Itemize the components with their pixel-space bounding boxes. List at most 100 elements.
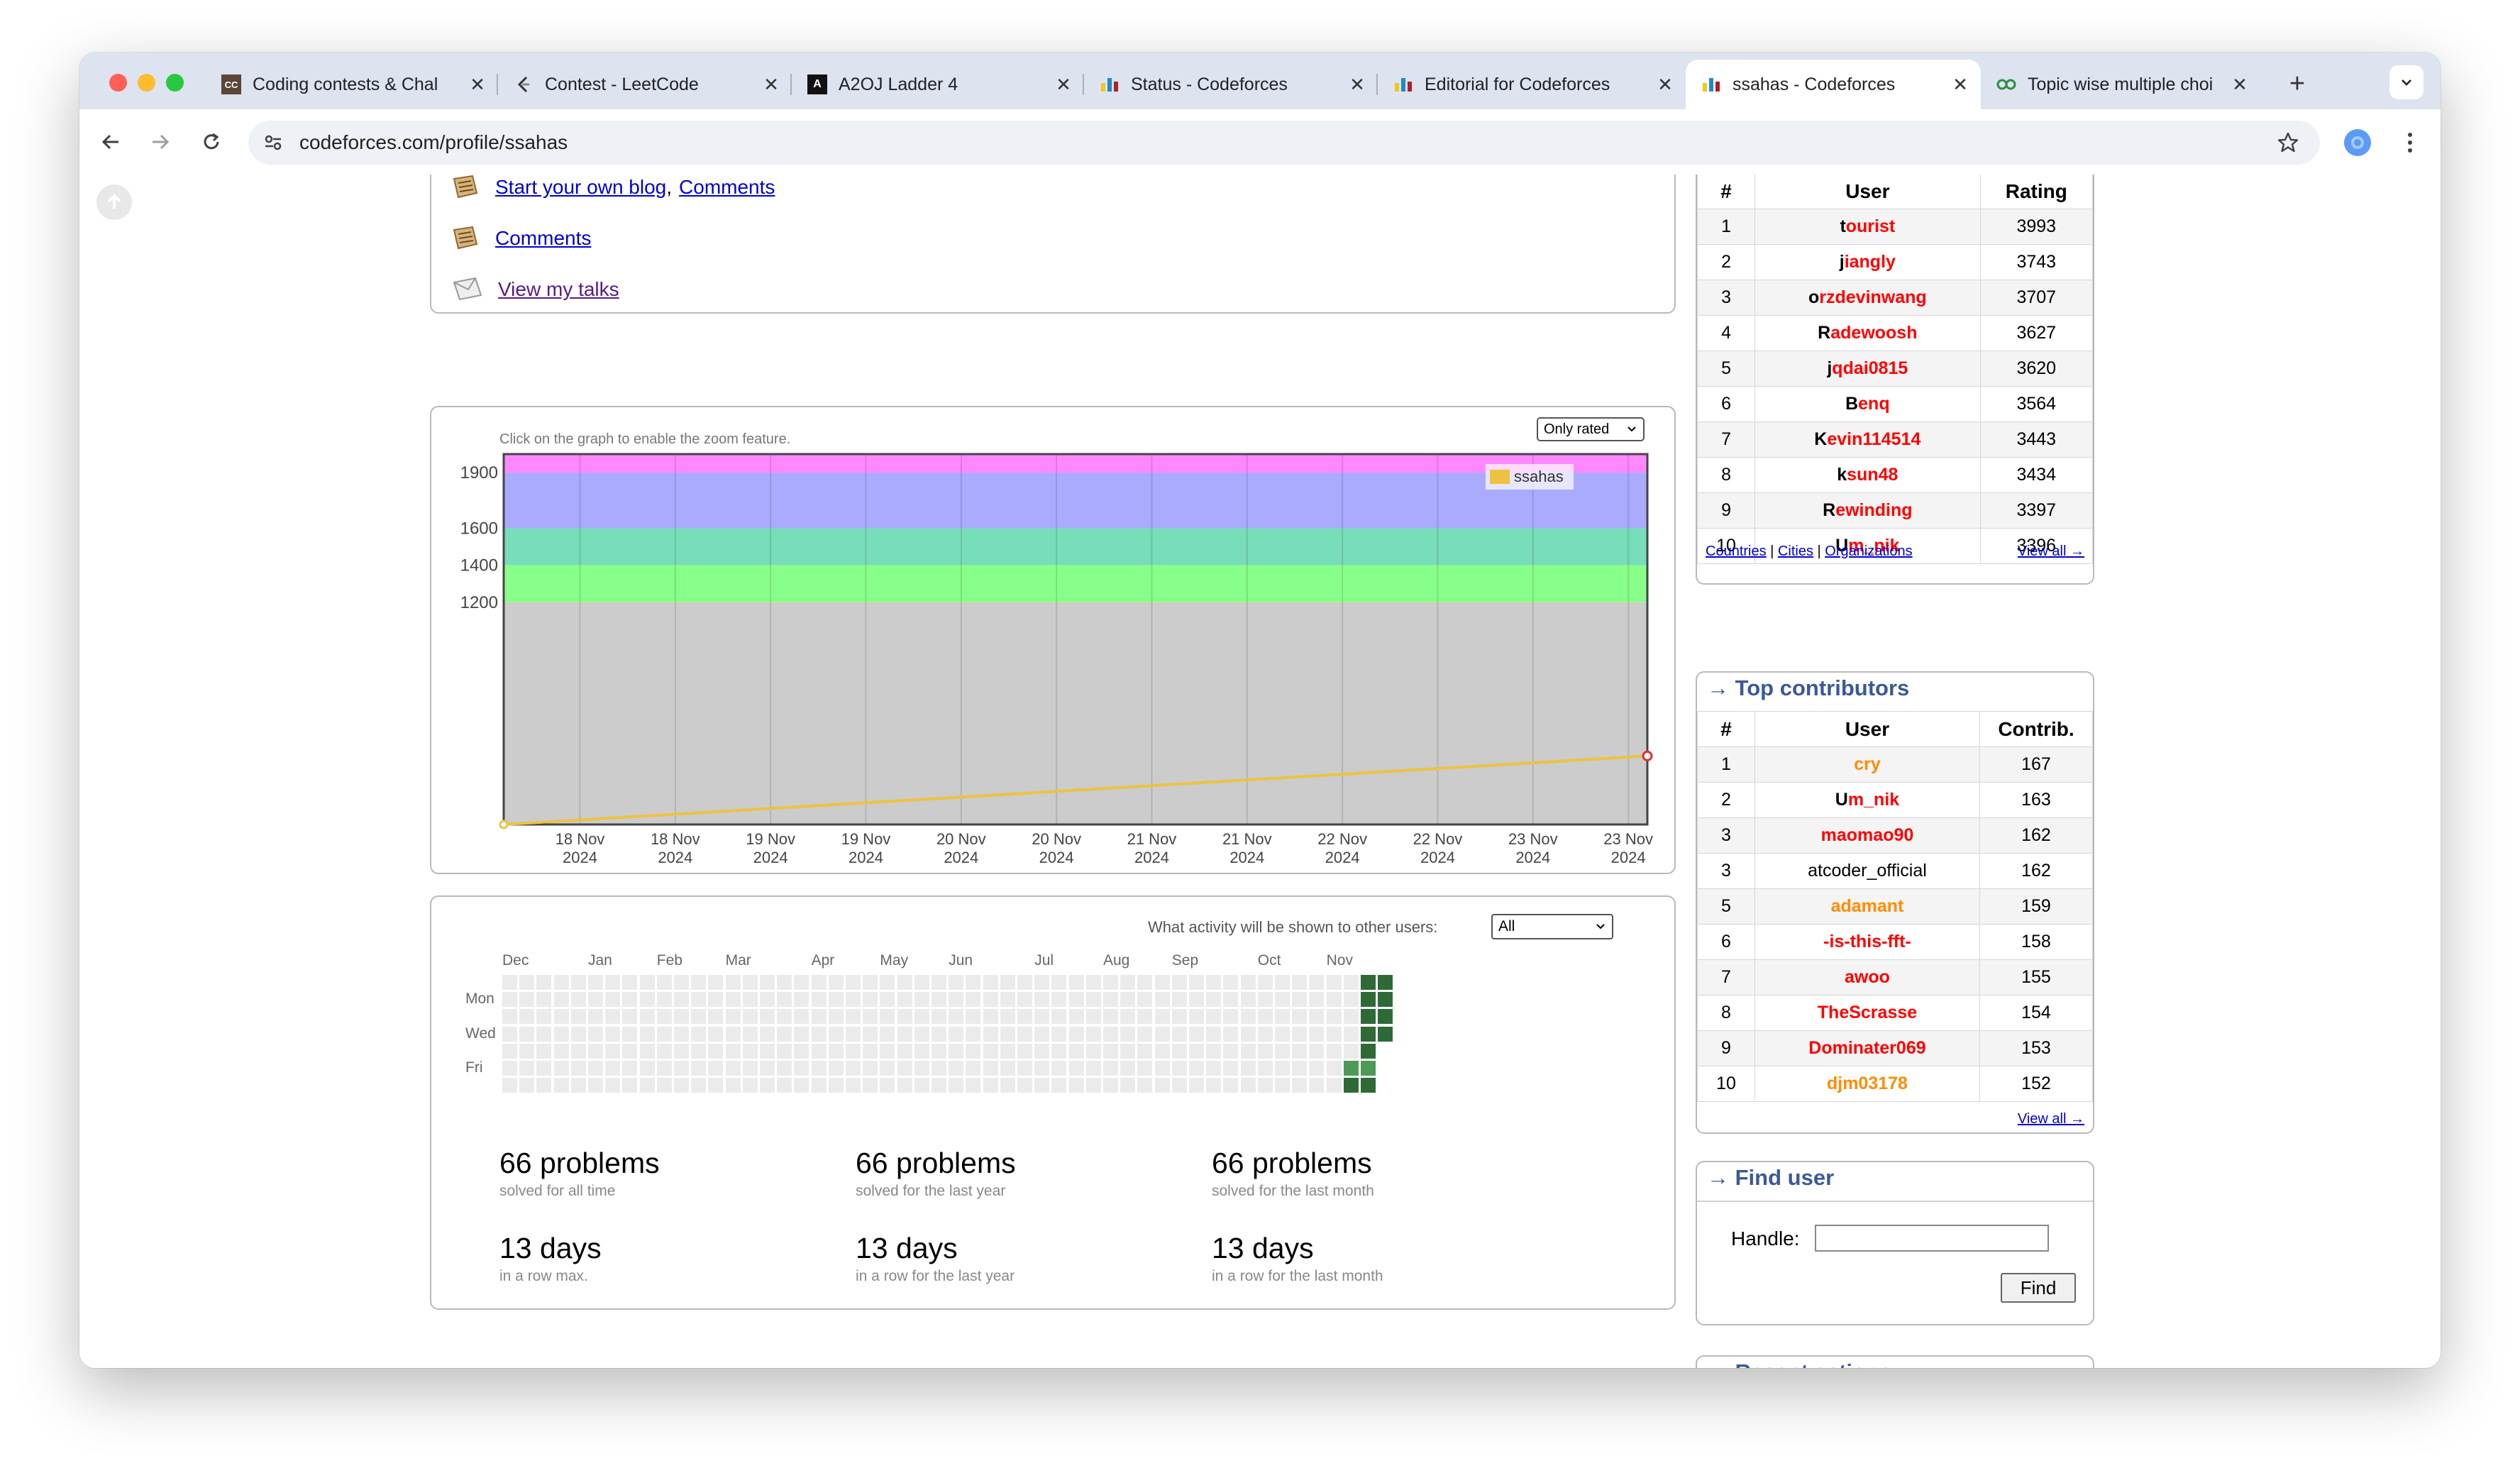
activity-day-cell[interactable] xyxy=(605,1026,621,1042)
activity-day-cell[interactable] xyxy=(932,1043,946,1059)
activity-day-cell[interactable] xyxy=(1206,975,1222,990)
activity-day-cell[interactable] xyxy=(1275,1078,1290,1093)
close-tab-icon[interactable]: ✕ xyxy=(1345,74,1369,96)
activity-day-cell[interactable] xyxy=(1103,1009,1118,1025)
activity-day-cell[interactable] xyxy=(760,1043,775,1059)
activity-day-cell[interactable] xyxy=(1309,1061,1325,1076)
activity-day-cell[interactable] xyxy=(949,1009,964,1025)
activity-day-cell[interactable] xyxy=(1171,1043,1187,1059)
activity-day-cell[interactable] xyxy=(708,1009,724,1025)
activity-day-cell[interactable] xyxy=(1309,1009,1325,1025)
activity-day-cell[interactable] xyxy=(1068,1061,1084,1076)
activity-day-cell[interactable] xyxy=(536,1009,552,1025)
activity-day-cell[interactable] xyxy=(1292,975,1308,990)
activity-day-cell[interactable] xyxy=(983,1009,998,1025)
activity-day-cell[interactable] xyxy=(1068,1078,1084,1093)
activity-day-cell[interactable] xyxy=(1361,975,1376,990)
activity-day-cell[interactable] xyxy=(777,1061,792,1076)
activity-day-cell[interactable] xyxy=(1103,975,1118,990)
activity-day-cell[interactable] xyxy=(897,1026,912,1042)
activity-day-cell[interactable] xyxy=(1206,1009,1222,1025)
activity-day-cell[interactable] xyxy=(949,1043,964,1059)
activity-day-cell[interactable] xyxy=(846,975,861,990)
activity-day-cell[interactable] xyxy=(553,1026,569,1042)
activity-day-cell[interactable] xyxy=(1309,975,1325,990)
activity-day-cell[interactable] xyxy=(949,975,964,990)
activity-day-cell[interactable] xyxy=(1085,975,1101,990)
activity-day-cell[interactable] xyxy=(1017,1078,1032,1093)
activity-day-cell[interactable] xyxy=(1292,1078,1308,1093)
activity-day-cell[interactable] xyxy=(1154,1078,1170,1093)
activity-day-cell[interactable] xyxy=(932,1061,946,1076)
activity-day-cell[interactable] xyxy=(1240,1026,1256,1042)
activity-day-cell[interactable] xyxy=(502,1061,517,1076)
activity-day-cell[interactable] xyxy=(570,1061,586,1076)
activity-day-cell[interactable] xyxy=(1189,1061,1204,1076)
activity-day-cell[interactable] xyxy=(1326,1043,1342,1059)
activity-day-cell[interactable] xyxy=(588,1043,603,1059)
activity-day-cell[interactable] xyxy=(553,1061,569,1076)
activity-day-cell[interactable] xyxy=(588,992,603,1008)
activity-day-cell[interactable] xyxy=(1189,1043,1204,1059)
activity-day-cell[interactable] xyxy=(1223,1043,1239,1059)
activity-day-cell[interactable] xyxy=(622,1026,638,1042)
activity-day-cell[interactable] xyxy=(1240,1061,1256,1076)
activity-day-cell[interactable] xyxy=(1171,975,1187,990)
activity-day-cell[interactable] xyxy=(519,1078,535,1093)
activity-day-cell[interactable] xyxy=(811,1009,827,1025)
activity-day-cell[interactable] xyxy=(1051,1043,1067,1059)
activity-visibility-select[interactable]: All xyxy=(1491,914,1613,939)
activity-day-cell[interactable] xyxy=(1171,992,1187,1008)
activity-day-cell[interactable] xyxy=(605,1078,621,1093)
activity-day-cell[interactable] xyxy=(846,1061,861,1076)
activity-day-cell[interactable] xyxy=(742,1061,758,1076)
user-handle-link[interactable]: TheScrasse xyxy=(1818,1003,1917,1022)
activity-day-cell[interactable] xyxy=(863,992,878,1008)
activity-day-cell[interactable] xyxy=(1378,1026,1393,1042)
activity-day-cell[interactable] xyxy=(605,992,621,1008)
activity-day-cell[interactable] xyxy=(1154,1026,1170,1042)
activity-day-cell[interactable] xyxy=(691,992,707,1008)
activity-day-cell[interactable] xyxy=(1120,975,1136,990)
activity-day-cell[interactable] xyxy=(570,975,586,990)
activity-day-cell[interactable] xyxy=(1257,992,1273,1008)
activity-day-cell[interactable] xyxy=(777,975,792,990)
activity-day-cell[interactable] xyxy=(1068,975,1084,990)
activity-day-cell[interactable] xyxy=(1223,1009,1239,1025)
activity-day-cell[interactable] xyxy=(1240,975,1256,990)
activity-day-cell[interactable] xyxy=(725,1043,741,1059)
activity-day-cell[interactable] xyxy=(588,975,603,990)
user-handle-link[interactable]: Dominater069 xyxy=(1808,1038,1925,1058)
activity-day-cell[interactable] xyxy=(1343,1061,1359,1076)
find-button[interactable]: Find xyxy=(2001,1273,2076,1303)
activity-day-cell[interactable] xyxy=(880,1009,895,1025)
activity-day-cell[interactable] xyxy=(983,1026,998,1042)
activity-day-cell[interactable] xyxy=(1361,1026,1376,1042)
activity-day-cell[interactable] xyxy=(880,975,895,990)
activity-day-cell[interactable] xyxy=(1206,1061,1222,1076)
activity-day-cell[interactable] xyxy=(656,975,672,990)
activity-day-cell[interactable] xyxy=(863,1026,878,1042)
activity-day-cell[interactable] xyxy=(605,1061,621,1076)
close-tab-icon[interactable]: ✕ xyxy=(1948,74,1972,96)
activity-day-cell[interactable] xyxy=(966,1061,981,1076)
activity-day-cell[interactable] xyxy=(1000,1061,1015,1076)
user-handle-link[interactable]: -is-this-fft- xyxy=(1823,932,1911,951)
activity-day-cell[interactable] xyxy=(1326,975,1342,990)
activity-day-cell[interactable] xyxy=(897,1078,912,1093)
activity-day-cell[interactable] xyxy=(639,975,655,990)
activity-day-cell[interactable] xyxy=(811,1061,827,1076)
activity-day-cell[interactable] xyxy=(880,1043,895,1059)
close-tab-icon[interactable]: ✕ xyxy=(465,74,490,96)
activity-day-cell[interactable] xyxy=(949,1026,964,1042)
close-tab-icon[interactable]: ✕ xyxy=(2228,74,2252,96)
activity-day-cell[interactable] xyxy=(639,1026,655,1042)
activity-day-cell[interactable] xyxy=(777,992,792,1008)
countries-link[interactable]: Countries xyxy=(1706,544,1767,559)
activity-day-cell[interactable] xyxy=(674,1078,689,1093)
user-handle-link[interactable]: atcoder_official xyxy=(1808,861,1927,881)
activity-day-cell[interactable] xyxy=(914,1043,929,1059)
activity-day-cell[interactable] xyxy=(1275,992,1290,1008)
activity-day-cell[interactable] xyxy=(1343,1043,1359,1059)
activity-day-cell[interactable] xyxy=(1137,1061,1153,1076)
